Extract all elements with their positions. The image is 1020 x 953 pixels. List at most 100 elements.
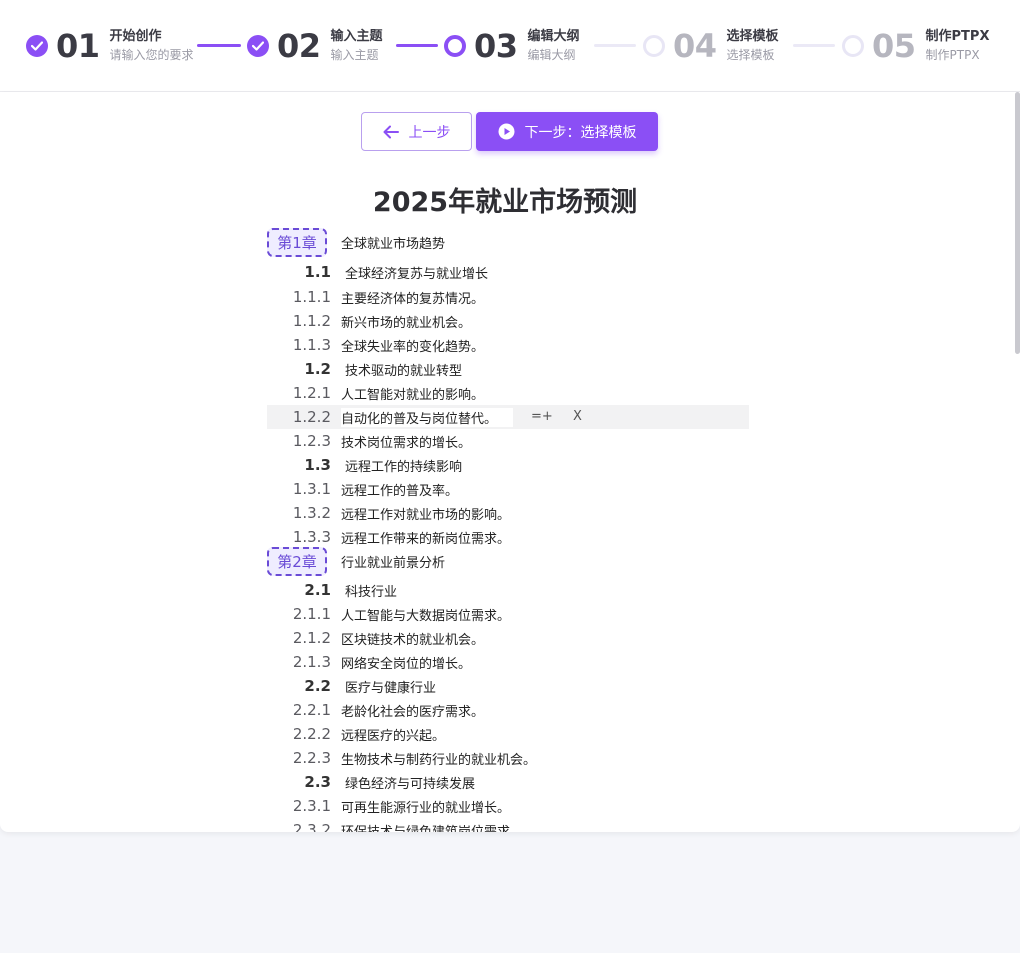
delete-row-button[interactable]: X — [573, 409, 582, 424]
outline-text[interactable]: 生物技术与制药行业的就业机会。 — [341, 749, 536, 768]
outline-text[interactable]: 全球就业市场趋势 — [341, 233, 445, 252]
outline-text[interactable]: 主要经济体的复苏情况。 — [341, 288, 484, 307]
outline-item[interactable]: 2.1.3 网络安全岗位的增长。 — [267, 650, 471, 674]
step-subtitle: 选择模板 — [726, 48, 775, 62]
outline-item[interactable]: 2.1.1 人工智能与大数据岗位需求。 — [267, 602, 510, 626]
outline-number: 2.1.1 — [292, 605, 331, 623]
step-connector — [396, 44, 438, 47]
outline-text[interactable]: 远程工作带来的新岗位需求。 — [341, 528, 510, 547]
outline-number: 2.2.1 — [292, 701, 331, 719]
outline-item[interactable]: 1.2.1 人工智能对就业的影响。 — [267, 381, 484, 405]
scrollbar[interactable] — [1015, 92, 1020, 354]
outline-text[interactable]: 可再生能源行业的就业增长。 — [341, 797, 510, 816]
outline-section[interactable]: 2.2 医疗与健康行业 — [267, 674, 436, 698]
outline-number: 1.2.3 — [292, 432, 331, 450]
outline-number: 2.3 — [304, 773, 331, 791]
outline-item[interactable]: 1.2.3 技术岗位需求的增长。 — [267, 429, 471, 453]
outline-number: 2.2.3 — [292, 749, 331, 767]
step-number: 03 — [474, 27, 518, 65]
outline-text[interactable]: 绿色经济与可持续发展 — [345, 773, 475, 792]
outline-text[interactable]: 远程工作的普及率。 — [341, 480, 458, 499]
outline-item[interactable]: 2.2.1 老龄化社会的医疗需求。 — [267, 698, 484, 722]
outline-item[interactable]: 2.2.2 远程医疗的兴起。 — [267, 722, 445, 746]
outline-section[interactable]: 1.2 技术驱动的就业转型 — [267, 357, 462, 381]
pending-step-icon — [643, 35, 665, 57]
outline-text[interactable]: 人工智能对就业的影响。 — [341, 384, 484, 403]
outline-text[interactable]: 人工智能与大数据岗位需求。 — [341, 605, 510, 624]
outline-text[interactable]: 技术岗位需求的增长。 — [341, 432, 471, 451]
outline-text[interactable]: 自动化的普及与岗位替代。 — [341, 407, 513, 427]
outline-section[interactable]: 1.1 全球经济复苏与就业增长 — [267, 260, 488, 284]
outline-item[interactable]: 2.3.1 可再生能源行业的就业增长。 — [267, 794, 510, 818]
outline-number: 1.1.3 — [292, 336, 331, 354]
check-circle-icon — [26, 35, 48, 57]
outline-text[interactable]: 远程工作的持续影响 — [345, 456, 462, 475]
outline-section[interactable]: 2.1 科技行业 — [267, 578, 397, 602]
step-connector — [594, 44, 636, 47]
outline-section[interactable]: 1.3 远程工作的持续影响 — [267, 453, 462, 477]
play-circle-icon — [498, 123, 514, 140]
step-subtitle: 制作PTPX — [925, 48, 980, 62]
outline-item[interactable]: 2.1.2 区块链技术的就业机会。 — [267, 626, 484, 650]
step-1: 01 开始创作 请输入您的要求 — [26, 0, 194, 92]
step-3: 03 编辑大纲 编辑大纲 — [444, 0, 580, 92]
outline-number: 1.3 — [304, 456, 331, 474]
prev-step-button[interactable]: 上一步 — [361, 112, 472, 151]
step-number: 04 — [673, 27, 717, 65]
outline-text[interactable]: 技术驱动的就业转型 — [345, 360, 462, 379]
outline-number: 1.2 — [304, 360, 331, 378]
outline-text[interactable]: 行业就业前景分析 — [341, 552, 445, 571]
outline-item[interactable]: 1.3.1 远程工作的普及率。 — [267, 477, 458, 501]
outline-text[interactable]: 新兴市场的就业机会。 — [341, 312, 471, 331]
outline-chapter[interactable]: 第1章 全球就业市场趋势 — [267, 227, 445, 257]
outline-text[interactable]: 网络安全岗位的增长。 — [341, 653, 471, 672]
outline-item[interactable]: 1.3.3 远程工作带来的新岗位需求。 — [267, 525, 510, 549]
outline-item[interactable]: 2.3.2 环保技术与绿色建筑岗位需求。 — [267, 818, 523, 832]
step-title: 选择模板 — [726, 29, 779, 44]
step-2: 02 输入主题 输入主题 — [247, 0, 383, 92]
progress-stepper: 01 开始创作 请输入您的要求 02 输入主题 输入主题 03 编辑大纲 编辑大纲 0… — [0, 0, 1020, 92]
add-row-button[interactable]: =+ — [531, 409, 553, 424]
step-title: 输入主题 — [330, 29, 383, 44]
step-number: 05 — [872, 27, 916, 65]
outline-number: 1.3.2 — [292, 504, 331, 522]
outline-item[interactable]: 1.2.2 自动化的普及与岗位替代。 =+ X — [267, 405, 749, 429]
outline-text[interactable]: 区块链技术的就业机会。 — [341, 629, 484, 648]
outline-number: 2.3.2 — [292, 821, 331, 832]
outline-number: 1.3.3 — [292, 528, 331, 546]
outline-item[interactable]: 2.2.3 生物技术与制药行业的就业机会。 — [267, 746, 536, 770]
step-title: 编辑大纲 — [527, 29, 580, 44]
outline-number: 2.3.1 — [292, 797, 331, 815]
step-connector — [793, 44, 835, 47]
outline-number: 2.2.2 — [292, 725, 331, 743]
outline-number: 2.1.3 — [292, 653, 331, 671]
step-connector — [197, 44, 241, 47]
chapter-badge: 第1章 — [267, 227, 327, 257]
outline-text[interactable]: 远程医疗的兴起。 — [341, 725, 445, 744]
step-number: 01 — [56, 27, 100, 65]
outline-item[interactable]: 1.3.2 远程工作对就业市场的影响。 — [267, 501, 510, 525]
outline-text[interactable]: 全球失业率的变化趋势。 — [341, 336, 484, 355]
outline-title: 2025年就业市场预测 — [372, 187, 638, 218]
outline-number: 1.1 — [304, 263, 331, 281]
next-step-label: 下一步：选择模板 — [524, 124, 637, 141]
next-step-button[interactable]: 下一步：选择模板 — [476, 112, 658, 151]
outline-item[interactable]: 1.1.3 全球失业率的变化趋势。 — [267, 333, 484, 357]
outline-item[interactable]: 1.1.2 新兴市场的就业机会。 — [267, 309, 471, 333]
outline-text[interactable]: 全球经济复苏与就业增长 — [345, 263, 488, 282]
outline-text[interactable]: 医疗与健康行业 — [345, 677, 436, 696]
outline-text[interactable]: 环保技术与绿色建筑岗位需求。 — [341, 821, 523, 833]
check-circle-icon — [247, 35, 269, 57]
outline-text[interactable]: 科技行业 — [345, 581, 397, 600]
outline-number: 2.1 — [304, 581, 331, 599]
step-number: 02 — [277, 27, 321, 65]
outline-number: 1.1.1 — [292, 288, 331, 306]
outline-item[interactable]: 1.1.1 主要经济体的复苏情况。 — [267, 285, 484, 309]
step-title: 开始创作 — [109, 29, 162, 44]
outline-number: 1.2.2 — [292, 408, 331, 426]
outline-editor: 上一步 下一步：选择模板 2025年就业市场预测 第1章 全球就业市场趋势 1.1 全… — [0, 92, 1020, 832]
outline-text[interactable]: 远程工作对就业市场的影响。 — [341, 504, 510, 523]
outline-section[interactable]: 2.3 绿色经济与可持续发展 — [267, 770, 475, 794]
outline-chapter[interactable]: 第2章 行业就业前景分析 — [267, 546, 445, 576]
outline-text[interactable]: 老龄化社会的医疗需求。 — [341, 701, 484, 720]
